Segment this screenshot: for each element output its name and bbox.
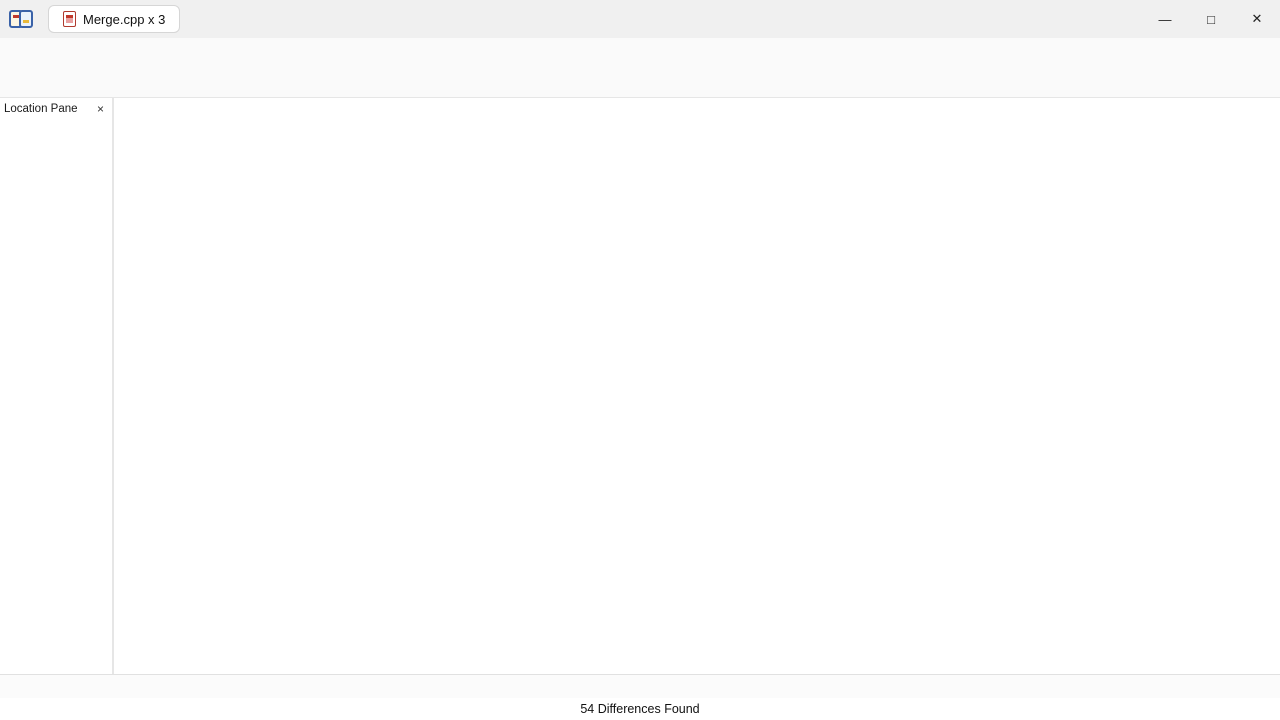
close-button[interactable]: ✕ (1234, 0, 1280, 38)
minimize-button[interactable]: — (1142, 0, 1188, 38)
editor-panes (114, 98, 1280, 674)
location-pane-title: Location Pane (4, 103, 78, 115)
titlebar: Merge.cpp x 3 — □ ✕ (0, 0, 1280, 38)
location-pane-header: Location Pane × (0, 98, 112, 120)
main-area: Location Pane × (0, 98, 1280, 674)
app-icon (8, 7, 34, 31)
menubar (0, 38, 1280, 66)
toolbar (0, 66, 1280, 98)
location-pane: Location Pane × (0, 98, 114, 674)
location-pane-close-button[interactable]: × (95, 102, 106, 116)
location-pane-map[interactable] (0, 120, 112, 674)
file-icon (63, 11, 76, 27)
document-tab[interactable]: Merge.cpp x 3 (48, 5, 180, 33)
differences-count: 54 Differences Found (580, 702, 699, 716)
footer: 54 Differences Found (0, 698, 1280, 720)
maximize-button[interactable]: □ (1188, 0, 1234, 38)
statusbar (0, 674, 1280, 698)
tab-title: Merge.cpp x 3 (83, 12, 165, 27)
